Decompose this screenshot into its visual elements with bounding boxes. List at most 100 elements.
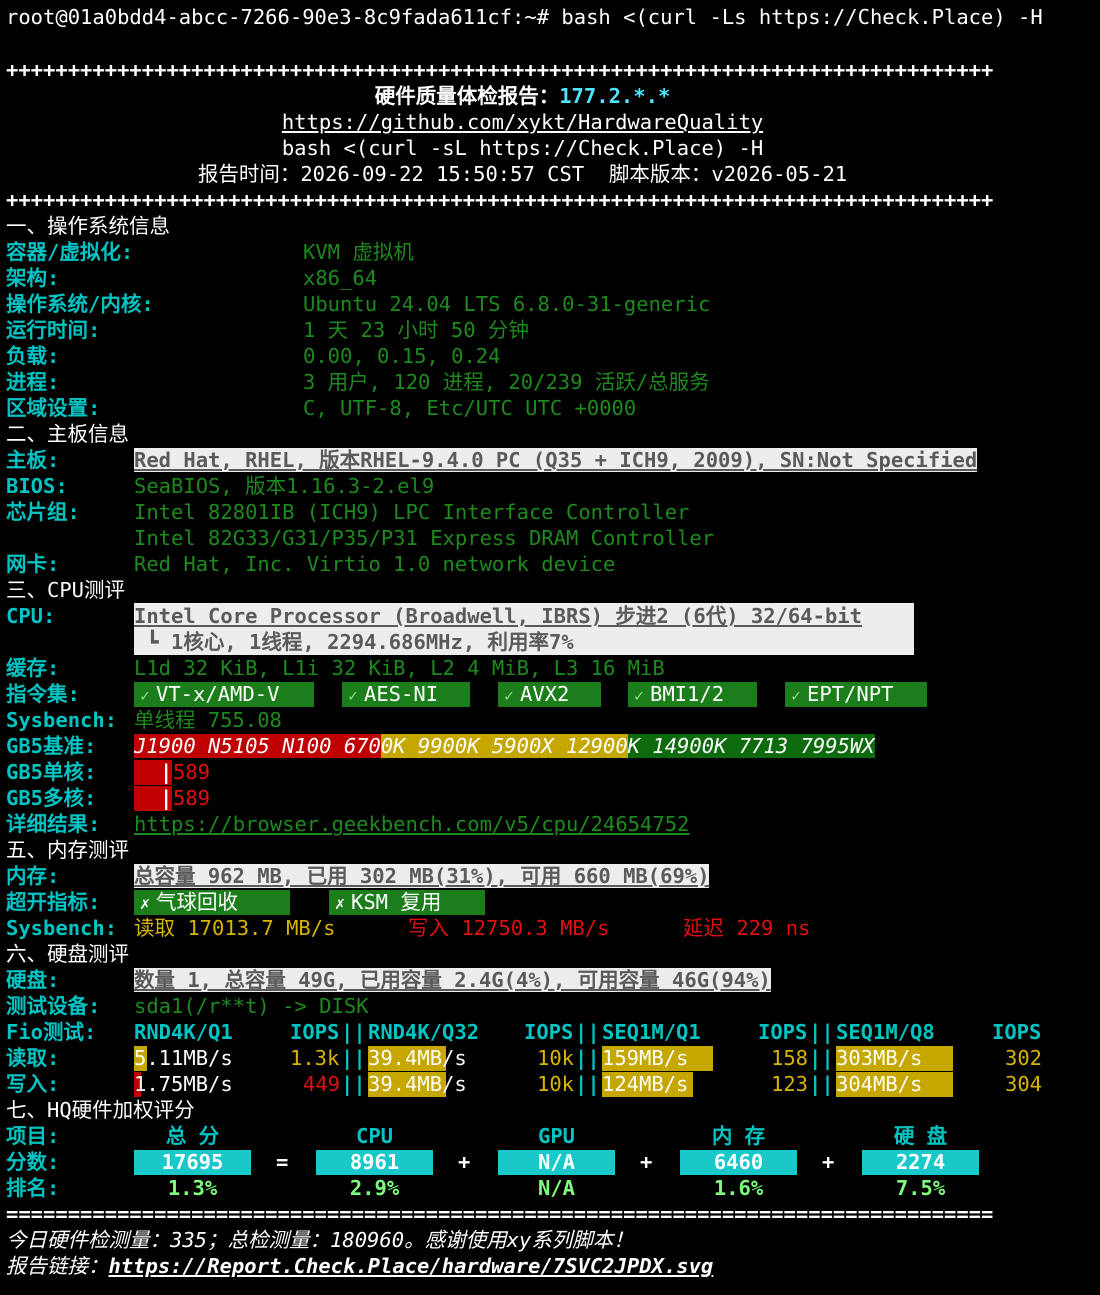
fio-write-iops-1: 449 <box>303 1072 341 1096</box>
disk-label: 硬盘: <box>6 968 60 992</box>
isa-ept-label: EPT/NPT <box>807 682 894 706</box>
chipset-label: 芯片组: <box>6 500 80 524</box>
fio-col-iops-3: IOPS <box>758 1020 808 1044</box>
isa-badge-bmi: ✓ BMI1/2 <box>628 682 757 707</box>
mem-latency-label: 延迟 <box>683 916 724 940</box>
rank-gpu: N/A <box>537 1176 576 1200</box>
nic-label: 网卡: <box>6 552 60 576</box>
fio-col-iops-4: IOPS <box>992 1020 1042 1044</box>
cpu-label: CPU: <box>6 604 56 628</box>
check-icon: ✓ <box>504 686 514 705</box>
mem-write-label: 写入 <box>408 916 449 940</box>
score-item-gpu: GPU <box>537 1124 576 1148</box>
report-link[interactable]: https://Report.Check.Place/hardware/7SVC… <box>109 1254 714 1278</box>
fio-sep-3: || <box>809 1020 834 1044</box>
fio-write-iops-2: 10k <box>537 1072 575 1096</box>
score-rank-label: 排名: <box>6 1176 60 1200</box>
mem-write: 写入 12750.3 MB/s <box>408 915 609 941</box>
os-label-locale: 区域设置: <box>6 396 101 420</box>
fio-col-iops-1: IOPS <box>290 1020 340 1044</box>
repo-line: https://github.com/xykt/HardwareQuality <box>0 109 1045 135</box>
nic-value: Red Hat, Inc. Virtio 1.0 network device <box>134 552 616 576</box>
fio-col-rnd4k-q1: RND4K/Q1 <box>134 1020 233 1044</box>
mem-value-row: 总容量 962 MB, 已用 302 MB(31%), 可用 660 MB(69… <box>134 863 710 889</box>
rank-memory: 1.6% <box>713 1176 764 1200</box>
mem-value: 总容量 962 MB, 已用 302 MB(31%), 可用 660 MB(69… <box>134 864 710 888</box>
os-heading: 一、操作系统信息 <box>6 214 170 238</box>
os-value-virt: KVM 虚拟机 <box>303 240 414 264</box>
fio-col-seq1m-q1: SEQ1M/Q1 <box>602 1020 701 1044</box>
gb5-ref-scale: J1900 N5105 N100 6700K 9900K 5900X 12900… <box>134 733 875 759</box>
mem-read: 读取 17013.7 MB/s <box>134 915 335 941</box>
ext-badge-balloon: ✗ 气球回收 <box>134 890 290 915</box>
report-ip: 177.2.*.* <box>559 84 671 108</box>
footer-report: 报告链接：https://Report.Check.Place/hardware… <box>6 1253 713 1279</box>
score-memory: 6460 <box>680 1150 797 1175</box>
mem-sysbench-label: Sysbench: <box>6 916 118 940</box>
fio-write-iops-4: 304 <box>1005 1072 1043 1096</box>
mem-latency: 延迟 229 ns <box>683 915 810 941</box>
disk-value-row: 数量 1, 总容量 49G, 已用容量 2.4G(4%), 可用容量 46G(9… <box>134 967 771 993</box>
fio-read-iops-2: 10k <box>537 1046 575 1070</box>
fio-write-sep-2: || <box>575 1072 600 1096</box>
fio-col-rnd4k-q32: RND4K/Q32 <box>368 1020 480 1044</box>
fio-read-sep-2: || <box>575 1046 600 1070</box>
ext-balloon-label: 气球回收 <box>156 890 238 914</box>
repo-link[interactable]: https://github.com/xykt/HardwareQuality <box>282 110 763 134</box>
fio-sep-2: || <box>575 1020 600 1044</box>
report-title: 硬件质量体检报告：177.2.*.* <box>0 83 1045 109</box>
fio-read-iops-3: 158 <box>771 1046 809 1070</box>
os-value-kernel: Ubuntu 24.04 LTS 6.8.0-31-generic <box>303 292 711 316</box>
fio-write-rnd4k-q32: 39.4MB/s <box>368 1072 467 1096</box>
fio-label: Fio测试: <box>6 1020 97 1044</box>
gb5-single-marker: | <box>160 760 173 784</box>
score-total: 17695 <box>134 1150 251 1175</box>
disk-heading: 六、硬盘测评 <box>6 942 129 966</box>
isa-badge-vtx: ✓ VT-x/AMD-V <box>134 682 314 707</box>
cache-label: 缓存: <box>6 656 60 680</box>
gb5-single-label: GB5单核: <box>6 760 97 784</box>
check-icon: ✓ <box>140 686 150 705</box>
rank-disk: 7.5% <box>895 1176 946 1200</box>
cpu-sysbench-label: Sysbench: <box>6 708 118 732</box>
ext-ksm-label: KSM 复用 <box>351 890 442 914</box>
separator-header-bottom: ++++++++++++++++++++++++++++++++++++++++… <box>6 188 994 212</box>
isa-badge-aesni: ✓ AES-NI <box>342 682 470 707</box>
fio-write-seq1m-q1: 124MB/s <box>602 1072 689 1096</box>
rank-cpu: 2.9% <box>349 1176 400 1200</box>
fio-col-seq1m-q8: SEQ1M/Q8 <box>836 1020 935 1044</box>
os-value-arch: x86_64 <box>303 266 378 290</box>
score-disk: 2274 <box>862 1150 979 1175</box>
report-time: 报告时间：2026-09-22 15:50:57 CST 脚本版本：v2026-… <box>197 162 848 186</box>
cross-icon: ✗ <box>334 894 346 914</box>
bios-label: BIOS: <box>6 474 68 498</box>
fio-read-iops-4: 302 <box>1005 1046 1043 1070</box>
score-op-plus-2: + <box>640 1150 653 1174</box>
mem-read-value: 17013.7 MB/s <box>187 916 336 940</box>
score-heading: 七、HQ硬件加权评分 <box>6 1098 195 1122</box>
fio-col-iops-2: IOPS <box>524 1020 574 1044</box>
fio-read-sep-1: || <box>341 1046 366 1070</box>
fio-write-sep-3: || <box>809 1072 834 1096</box>
mainboard-value: Red Hat, RHEL, 版本RHEL-9.4.0 PC (Q35 + IC… <box>134 448 978 472</box>
ext-label: 超开指标: <box>6 890 101 914</box>
os-value-locale: C, UTF-8, Etc/UTC UTC +0000 <box>303 396 637 420</box>
fio-write-sep-1: || <box>341 1072 366 1096</box>
bios-value: SeaBIOS, 版本1.16.3-2.el9 <box>134 474 435 498</box>
gb5-ref-high: K 14900K 7713 7995WX <box>627 734 875 758</box>
board-heading: 二、主板信息 <box>6 422 129 446</box>
fio-sep-1: || <box>341 1020 366 1044</box>
fio-read-sep-3: || <box>809 1046 834 1070</box>
terminal-window[interactable]: root@01a0bdd4-abcc-7266-90e3-8c9fada611c… <box>0 0 1100 1295</box>
fio-read-seq1m-q8: 303MB/s <box>836 1046 923 1070</box>
os-label-arch: 架构: <box>6 266 60 290</box>
mainboard-value-row: Red Hat, RHEL, 版本RHEL-9.4.0 PC (Q35 + IC… <box>134 447 978 473</box>
fio-read-iops-1: 1.3k <box>290 1046 340 1070</box>
os-label-load: 负载: <box>6 344 60 368</box>
footer-report-label: 报告链接： <box>6 1254 109 1278</box>
geekbench-link[interactable]: https://browser.geekbench.com/v5/cpu/246… <box>134 811 689 837</box>
os-label-kernel: 操作系统/内核: <box>6 292 154 316</box>
os-label-proc: 进程: <box>6 370 60 394</box>
device-label: 测试设备: <box>6 994 101 1018</box>
mem-latency-value: 229 ns <box>736 916 811 940</box>
